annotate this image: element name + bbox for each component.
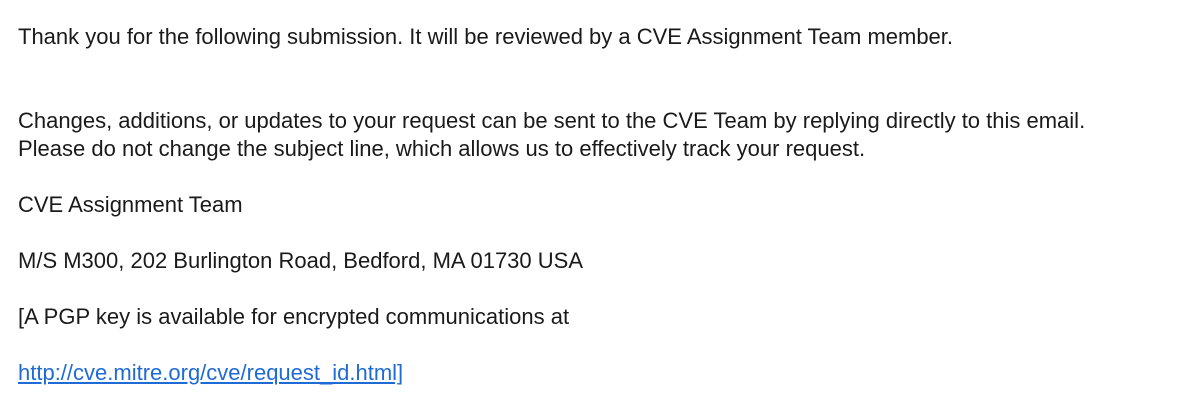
pgp-key-text: [A PGP key is available for encrypted co…: [18, 304, 570, 329]
mailing-address: M/S M300, 202 Burlington Road, Bedford, …: [18, 248, 583, 273]
changes-text-line-1: Changes, additions, or updates to your r…: [18, 108, 1086, 133]
changes-text-line-2: Please do not change the subject line, w…: [18, 136, 866, 161]
signature-team-name: CVE Assignment Team: [18, 192, 243, 217]
email-body: Thank you for the following submission. …: [0, 0, 1196, 400]
pgp-key-link[interactable]: http://cve.mitre.org/cve/request_id.html…: [18, 360, 403, 386]
intro-text: Thank you for the following submission. …: [18, 24, 954, 49]
